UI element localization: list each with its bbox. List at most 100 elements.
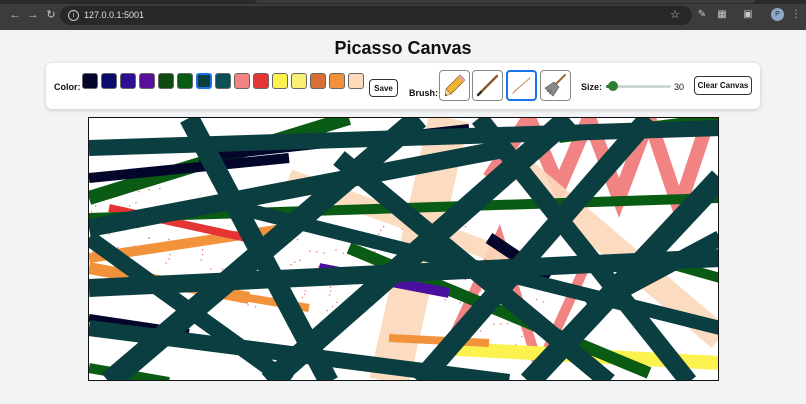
spray-dot [200, 259, 202, 261]
spray-dot [317, 265, 320, 268]
spray-dot [304, 290, 307, 292]
spray-dot [542, 301, 545, 303]
color-swatch[interactable] [120, 73, 136, 89]
extensions-icon[interactable]: ▦ [716, 9, 728, 21]
drawing-canvas[interactable] [88, 117, 719, 381]
spray-dot [301, 296, 304, 299]
color-swatch[interactable] [329, 73, 345, 89]
pencil-icon [444, 74, 466, 97]
color-swatch[interactable] [253, 73, 269, 89]
spray-dot [168, 258, 170, 260]
pen-icon[interactable]: ✎ [696, 9, 708, 21]
clear-canvas-button[interactable]: Clear Canvas [694, 76, 752, 95]
forward-icon[interactable]: → [27, 9, 39, 21]
color-swatch[interactable] [310, 73, 326, 89]
spray-dot [128, 205, 131, 207]
spray-dot [323, 252, 325, 254]
active-tab[interactable] [255, 0, 755, 3]
spray-dot [444, 299, 447, 301]
spray-dot [165, 262, 168, 264]
brush-stick-button[interactable] [472, 70, 503, 101]
spray-dot [90, 210, 93, 213]
spray-dot [479, 330, 482, 332]
spray-dot [148, 188, 150, 191]
color-swatch[interactable] [158, 73, 174, 89]
spray-dot [506, 322, 509, 325]
color-swatch[interactable] [291, 73, 307, 89]
marker-brush-icon [512, 77, 531, 94]
color-swatch[interactable] [101, 73, 117, 89]
size-value: 30 [674, 82, 685, 92]
spray-dot [298, 259, 301, 262]
spray-dot [459, 301, 461, 304]
reload-icon[interactable]: ↻ [45, 9, 57, 21]
spray-dot [379, 229, 382, 232]
spray-dot [342, 252, 344, 254]
spray-dot [303, 293, 306, 296]
spray-dot [221, 268, 224, 270]
spray-dot [201, 248, 204, 251]
address-bar[interactable]: i 127.0.0.1:5001 ☆ [60, 6, 692, 25]
spray-dot [94, 205, 97, 207]
spray-dot [201, 253, 204, 256]
spray-dot [335, 249, 337, 251]
spray-dot [169, 253, 172, 256]
spray-dot [159, 187, 161, 190]
spray-dot [316, 250, 318, 253]
spray-dot [336, 301, 338, 303]
canvas-artwork [89, 118, 718, 380]
spray-dot [296, 238, 299, 241]
spray-dot [521, 335, 523, 338]
color-swatch[interactable] [348, 73, 364, 89]
color-swatch[interactable] [82, 73, 98, 89]
spray-dot [331, 305, 334, 308]
save-button[interactable]: Save [369, 79, 398, 97]
spray-dot [148, 237, 150, 239]
spray-dot [309, 250, 311, 252]
profile-avatar[interactable]: P [771, 8, 784, 21]
cast-icon[interactable]: ▣ [742, 9, 754, 21]
spray-dot [247, 304, 249, 306]
spray-dot [535, 298, 538, 301]
url-text[interactable]: 127.0.0.1:5001 [84, 10, 144, 21]
spray-dot [290, 263, 292, 266]
color-label: Color: [54, 82, 81, 92]
broom-icon [544, 74, 566, 97]
spray-dot [209, 268, 212, 270]
browser-toolbar: ← → ↻ i 127.0.0.1:5001 ☆ ✎ ▦ ▣ P ⋮ [0, 0, 806, 30]
info-icon[interactable]: i [68, 10, 79, 21]
color-swatch[interactable] [139, 73, 155, 89]
spray-dot [329, 286, 332, 288]
size-slider-thumb[interactable] [607, 81, 618, 91]
spray-dot [135, 201, 137, 204]
spray-dot [377, 233, 380, 235]
spray-dot [294, 261, 296, 263]
spray-dot [382, 225, 385, 228]
spray-dot [374, 250, 376, 253]
brush-label: Brush: [409, 88, 438, 98]
spray-dot [168, 238, 170, 241]
spray-dot [117, 246, 119, 249]
spray-dot [328, 294, 331, 296]
spray-dot [464, 225, 467, 228]
stick-brush-icon [476, 74, 499, 97]
star-icon[interactable]: ☆ [670, 9, 680, 22]
color-swatch[interactable] [196, 73, 212, 89]
brush-pencil-button[interactable] [439, 70, 470, 101]
menu-icon[interactable]: ⋮ [790, 9, 802, 21]
spray-dot [500, 323, 502, 326]
page-title: Picasso Canvas [334, 38, 472, 58]
spray-dot [329, 290, 332, 292]
spray-dot [492, 323, 495, 326]
brush-marker-button[interactable] [506, 70, 537, 101]
color-swatch[interactable] [234, 73, 250, 89]
color-swatch[interactable] [272, 73, 288, 89]
spray-dot [326, 309, 328, 312]
brush-stroke [388, 334, 490, 347]
color-swatch[interactable] [215, 73, 231, 89]
color-swatch[interactable] [177, 73, 193, 89]
size-label: Size: [581, 82, 603, 92]
spray-dot [254, 305, 257, 308]
back-icon[interactable]: ← [9, 9, 21, 21]
brush-broom-button[interactable] [540, 70, 571, 101]
